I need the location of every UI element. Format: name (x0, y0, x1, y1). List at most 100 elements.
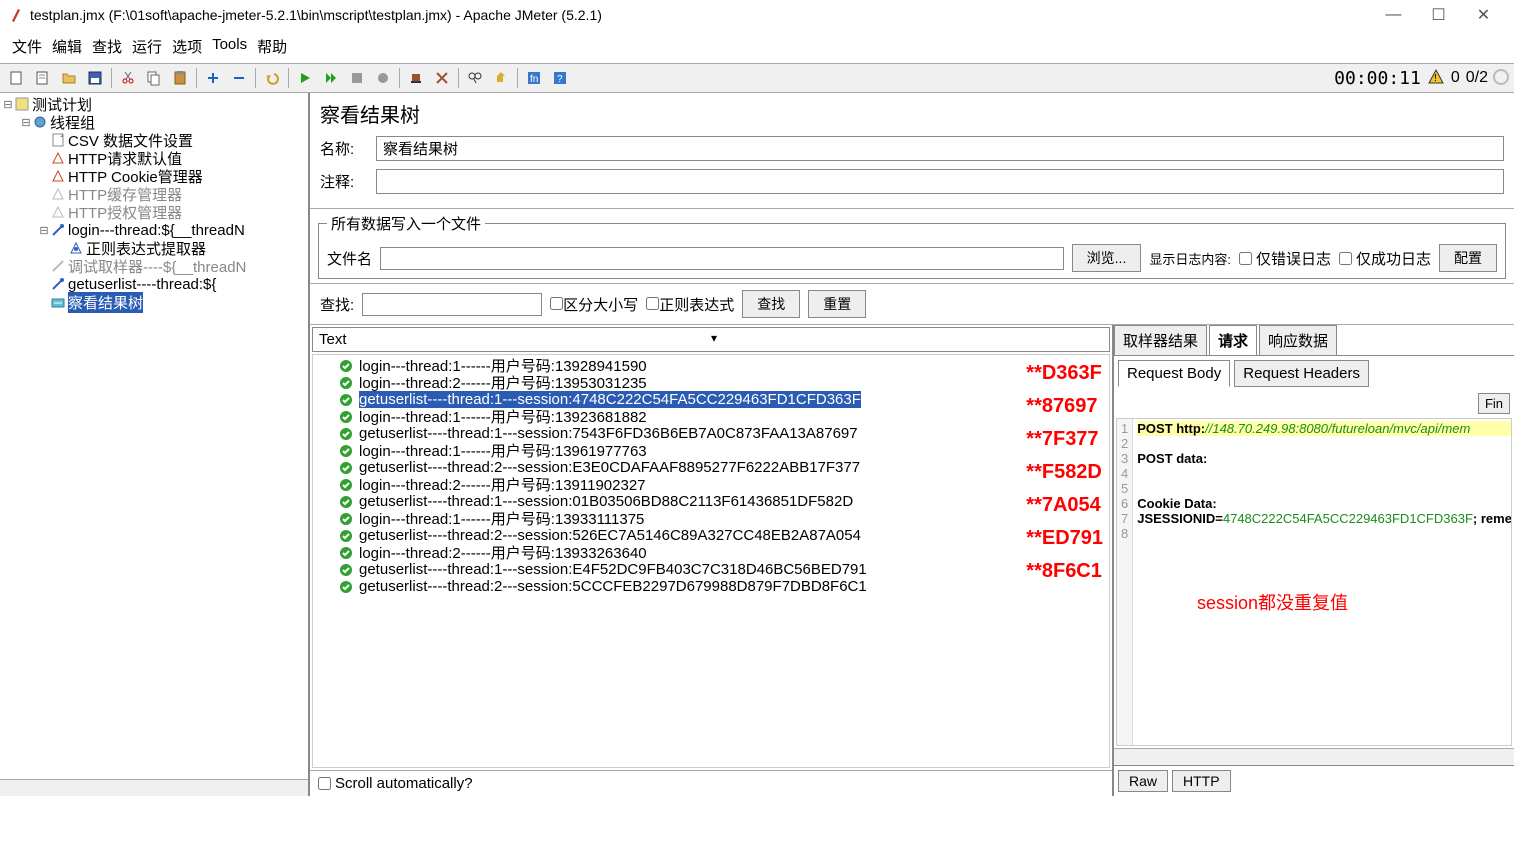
display-label: 显示日志内容: (1149, 249, 1231, 268)
left-scrollbar[interactable] (0, 779, 308, 796)
function-helper-icon[interactable]: fn (522, 66, 546, 90)
menu-tools[interactable]: Tools (208, 34, 251, 59)
save-icon[interactable] (83, 66, 107, 90)
menu-edit[interactable]: 编辑 (48, 34, 86, 59)
comment-input[interactable] (376, 169, 1504, 194)
svg-text:!: ! (1434, 73, 1437, 84)
find-button[interactable]: Fin (1478, 393, 1510, 414)
errors-only-checkbox[interactable] (1239, 252, 1252, 265)
maximize-button[interactable]: ☐ (1416, 5, 1461, 25)
tree-http-defaults[interactable]: HTTP请求默认值 (2, 149, 306, 167)
results-list: **D363F**87697**7F377**F582D**7A054**ED7… (312, 354, 1110, 768)
open-icon[interactable] (57, 66, 81, 90)
scroll-auto-label: Scroll automatically? (335, 775, 473, 792)
stop-icon[interactable] (345, 66, 369, 90)
panel-title: 察看结果树 (320, 99, 1504, 128)
result-item[interactable]: login---thread:2------用户号码:13953031235 (315, 374, 1107, 391)
configure-button[interactable]: 配置 (1439, 244, 1497, 272)
result-item[interactable]: getuserlist----thread:2---session:5CCCFE… (315, 578, 1107, 595)
raw-button[interactable]: Raw (1118, 770, 1168, 792)
tab-sampler[interactable]: 取样器结果 (1114, 325, 1207, 355)
menu-options[interactable]: 选项 (168, 34, 206, 59)
result-item[interactable]: login---thread:1------用户号码:13923681882 (315, 408, 1107, 425)
file-label: 文件名 (327, 248, 372, 269)
case-checkbox[interactable] (550, 297, 563, 310)
reset-button[interactable]: 重置 (808, 290, 866, 318)
copy-icon[interactable] (142, 66, 166, 90)
search-input[interactable] (362, 293, 542, 316)
tab-request[interactable]: 请求 (1209, 325, 1257, 355)
menu-file[interactable]: 文件 (8, 34, 46, 59)
templates-icon[interactable] (31, 66, 55, 90)
remove-icon[interactable] (227, 66, 251, 90)
start-no-pause-icon[interactable] (319, 66, 343, 90)
subtab-body[interactable]: Request Body (1118, 360, 1230, 387)
new-icon[interactable] (5, 66, 29, 90)
regex-checkbox[interactable] (646, 297, 659, 310)
timer: 00:00:11 (1334, 68, 1421, 89)
tree-test-plan[interactable]: ⊟测试计划 (2, 95, 306, 113)
clear-icon[interactable] (404, 66, 428, 90)
tree-csv[interactable]: CSV 数据文件设置 (2, 131, 306, 149)
tree-login[interactable]: ⊟login---thread:${__threadN (2, 221, 306, 239)
clear-all-icon[interactable] (430, 66, 454, 90)
file-section: 所有数据写入一个文件 文件名 浏览... 显示日志内容: 仅错误日志 仅成功日志… (318, 213, 1506, 279)
tab-response[interactable]: 响应数据 (1259, 325, 1337, 355)
name-label: 名称: (320, 138, 370, 159)
success-only-checkbox[interactable] (1339, 252, 1352, 265)
detail-scrollbar[interactable] (1114, 748, 1514, 765)
shutdown-icon[interactable] (371, 66, 395, 90)
menu-run[interactable]: 运行 (128, 34, 166, 59)
subtab-headers[interactable]: Request Headers (1234, 360, 1369, 387)
tree-auth[interactable]: HTTP授权管理器 (2, 203, 306, 221)
activity-icon (1492, 68, 1510, 89)
menu-search[interactable]: 查找 (88, 34, 126, 59)
result-item[interactable]: login---thread:1------用户号码:13961977763 (315, 442, 1107, 459)
add-icon[interactable] (201, 66, 225, 90)
search-button[interactable]: 查找 (742, 290, 800, 318)
undo-icon[interactable] (260, 66, 284, 90)
close-button[interactable]: ✕ (1461, 5, 1506, 25)
detail-tabs: 取样器结果 请求 响应数据 (1114, 325, 1514, 356)
svg-text:fn: fn (530, 74, 538, 85)
warning-icon: ! (1427, 68, 1445, 89)
text-dropdown[interactable]: Text▾ (312, 327, 1110, 352)
tree-cookie[interactable]: HTTP Cookie管理器 (2, 167, 306, 185)
file-legend: 所有数据写入一个文件 (327, 213, 485, 234)
help-icon[interactable]: ? (548, 66, 572, 90)
annotation-text: session都没重复值 (1197, 589, 1348, 615)
file-input[interactable] (380, 247, 1064, 270)
tree-getuser[interactable]: getuserlist----thread:${ (2, 275, 306, 293)
browse-button[interactable]: 浏览... (1072, 244, 1142, 272)
tree-cache[interactable]: HTTP缓存管理器 (2, 185, 306, 203)
cut-icon[interactable] (116, 66, 140, 90)
result-item[interactable]: login---thread:2------用户号码:13933263640 (315, 544, 1107, 561)
result-item[interactable]: login---thread:1------用户号码:13933111375 (315, 510, 1107, 527)
tree-regex[interactable]: 正则表达式提取器 (2, 239, 306, 257)
tree-results[interactable]: 察看结果树 (2, 293, 306, 311)
tree-debug[interactable]: 调试取样器----${__threadN (2, 257, 306, 275)
app-icon (8, 7, 24, 23)
result-item[interactable]: login---thread:2------用户号码:13911902327 (315, 476, 1107, 493)
http-button[interactable]: HTTP (1172, 770, 1231, 792)
warning-count: 0 (1451, 69, 1460, 87)
tree-panel: ⊟测试计划 ⊟线程组 CSV 数据文件设置 HTTP请求默认值 HTTP Coo… (0, 93, 310, 796)
paste-icon[interactable] (168, 66, 192, 90)
minimize-button[interactable]: — (1371, 6, 1416, 24)
search-label: 查找: (320, 294, 354, 315)
toolbar: fn ? 00:00:11 ! 0 0/2 (0, 63, 1514, 93)
search-icon[interactable] (463, 66, 487, 90)
search-row: 查找: 区分大小写 正则表达式 查找 重置 (310, 283, 1514, 324)
window-title: testplan.jmx (F:\01soft\apache-jmeter-5.… (30, 7, 1371, 23)
tree-thread-group[interactable]: ⊟线程组 (2, 113, 306, 131)
start-icon[interactable] (293, 66, 317, 90)
result-item[interactable]: getuserlist----thread:1---session:E4F52D… (315, 561, 1107, 578)
name-input[interactable] (376, 136, 1504, 161)
scroll-auto-checkbox[interactable] (318, 777, 331, 790)
code-area[interactable]: 12345678 POST http://148.70.249.98:8080/… (1116, 418, 1512, 746)
reset-search-icon[interactable] (489, 66, 513, 90)
comment-label: 注释: (320, 171, 370, 192)
svg-text:?: ? (557, 74, 563, 85)
menubar: 文件 编辑 查找 运行 选项 Tools 帮助 (0, 30, 1514, 63)
menu-help[interactable]: 帮助 (253, 34, 291, 59)
